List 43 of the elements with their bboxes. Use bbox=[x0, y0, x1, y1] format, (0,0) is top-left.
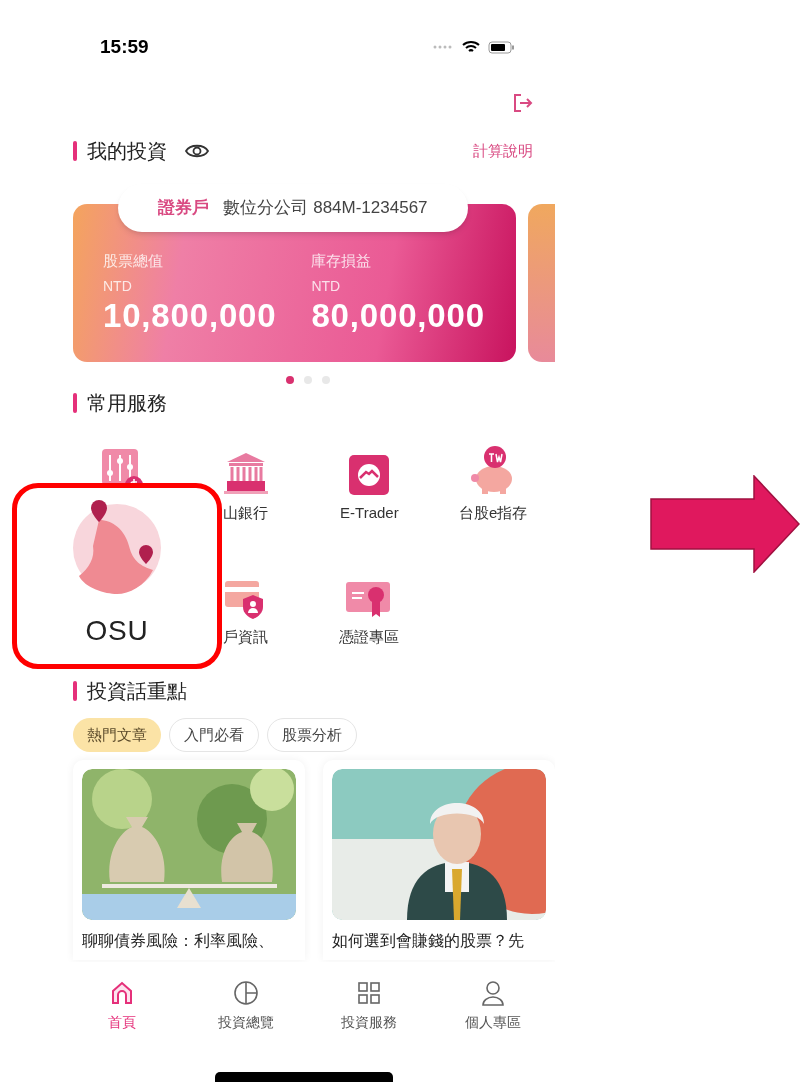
status-time: 15:59 bbox=[100, 34, 149, 59]
section-title: 我的投資 bbox=[87, 139, 167, 164]
metric-label: 庫存損益 bbox=[311, 251, 373, 271]
account-number: 數位分公司 884M-1234567 bbox=[223, 197, 428, 220]
section-title: 常用服務 bbox=[87, 391, 167, 416]
service-label[interactable]: 憑證專區 bbox=[339, 627, 400, 647]
filter-chip[interactable]: 熱門文章 bbox=[73, 718, 161, 752]
bank-icon bbox=[222, 451, 269, 495]
mountain-app-icon bbox=[349, 455, 390, 495]
account-type: 證券戶 bbox=[158, 197, 210, 220]
eye-icon[interactable] bbox=[185, 143, 209, 159]
service-label[interactable]: E-Trader bbox=[340, 503, 399, 523]
currency-label: NTD bbox=[311, 276, 342, 296]
nav-tab[interactable]: 投資服務 bbox=[307, 980, 432, 1060]
article-card[interactable]: 如何選到會賺錢的股票？先 bbox=[323, 760, 555, 960]
metric-value: 80,000,000 bbox=[311, 296, 485, 335]
wifi-icon bbox=[462, 40, 480, 54]
pie-chart-icon bbox=[232, 980, 259, 1006]
home-icon bbox=[109, 981, 134, 1005]
article-card[interactable]: 聊聊債券風險：利率風險、 bbox=[73, 760, 305, 960]
service-label[interactable]: 山銀行 bbox=[223, 503, 269, 523]
certificate-icon bbox=[346, 579, 393, 619]
battery-icon bbox=[488, 40, 515, 54]
grid-icon bbox=[357, 981, 382, 1005]
service-label[interactable]: 台股e指存 bbox=[458, 503, 528, 523]
signal-icon bbox=[432, 44, 454, 50]
nav-tab[interactable]: 個人專區 bbox=[431, 980, 555, 1060]
section-title: 投資話重點 bbox=[87, 679, 187, 704]
callout-label: OSU bbox=[85, 614, 149, 648]
metric-label: 股票總值 bbox=[103, 251, 164, 271]
calc-link[interactable]: 計算說明 bbox=[473, 139, 533, 163]
nav-tab[interactable]: 投資總覽 bbox=[183, 980, 308, 1060]
logout-icon[interactable] bbox=[511, 92, 533, 114]
nav-tab[interactable]: 首頁 bbox=[60, 980, 184, 1060]
filter-chip[interactable]: 入門必看 bbox=[169, 718, 259, 752]
article-title: 如何選到會賺錢的股票？先 bbox=[332, 931, 525, 951]
article-title: 聊聊債券風險：利率風險、 bbox=[82, 931, 275, 951]
person-icon bbox=[481, 980, 506, 1006]
metric-value: 10,800,000 bbox=[103, 296, 277, 335]
currency-label: NTD bbox=[103, 276, 133, 296]
filter-chip[interactable]: 股票分析 bbox=[267, 718, 357, 752]
arrow-icon bbox=[650, 475, 800, 573]
service-label[interactable]: 戶資訊 bbox=[223, 627, 269, 647]
